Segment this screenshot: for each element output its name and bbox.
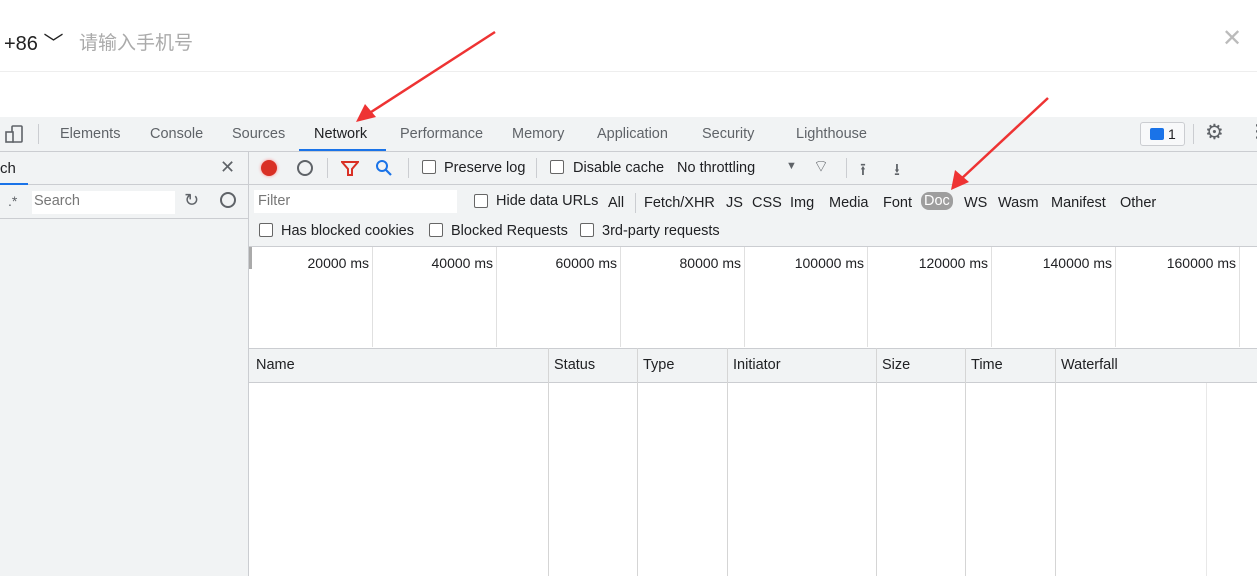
messages-button[interactable]: 1 — [1140, 122, 1185, 146]
tab-security[interactable]: Security — [702, 126, 754, 142]
timeline-tick: 20000 ms — [307, 255, 369, 271]
search-sidebar: ch ✕ .* Search ↻ — [0, 152, 249, 576]
settings-gear-icon[interactable]: ⚙ — [1205, 120, 1224, 145]
type-filter-font[interactable]: Font — [883, 195, 912, 211]
disable-cache-checkbox[interactable] — [550, 160, 564, 174]
tab-application[interactable]: Application — [597, 126, 668, 142]
type-filter-ws[interactable]: WS — [964, 195, 987, 211]
divider — [0, 71, 1257, 72]
tab-memory[interactable]: Memory — [512, 126, 564, 142]
blocked-cookies-label: Has blocked cookies — [281, 223, 414, 239]
tab-console[interactable]: Console — [150, 126, 203, 142]
type-filter-doc[interactable]: Doc — [921, 192, 953, 210]
throttling-select[interactable]: No throttling — [677, 160, 755, 176]
timeline-tick: 140000 ms — [1042, 255, 1112, 271]
message-icon — [1150, 128, 1164, 140]
hide-data-urls-label: Hide data URLs — [496, 193, 599, 209]
tab-sources[interactable]: Sources — [232, 126, 285, 142]
blocked-requests-checkbox[interactable] — [429, 223, 443, 237]
messages-count: 1 — [1168, 126, 1176, 142]
device-toggle-icon[interactable] — [4, 124, 24, 144]
filter-input[interactable]: Filter — [254, 190, 457, 213]
type-filter-all[interactable]: All — [608, 195, 624, 211]
preserve-log-label: Preserve log — [444, 160, 526, 176]
type-filter-other[interactable]: Other — [1120, 195, 1156, 211]
column-size[interactable]: Size — [882, 357, 910, 373]
chevron-down-icon[interactable]: ▼ — [786, 160, 797, 172]
third-party-label: 3rd-party requests — [602, 223, 720, 239]
close-search-icon[interactable]: ✕ — [220, 157, 235, 178]
blocked-requests-label: Blocked Requests — [451, 223, 568, 239]
clear-icon[interactable] — [297, 160, 313, 176]
column-initiator[interactable]: Initiator — [733, 357, 781, 373]
regex-toggle[interactable]: .* — [8, 193, 17, 209]
tab-elements[interactable]: Elements — [60, 126, 120, 142]
filter-icon[interactable] — [341, 160, 359, 177]
type-filter-img[interactable]: Img — [790, 195, 814, 211]
more-options-icon[interactable]: ⋮ — [1248, 121, 1257, 142]
column-status[interactable]: Status — [554, 357, 595, 373]
disable-cache-label: Disable cache — [573, 160, 665, 176]
login-page: +86 ﹀ 请输入手机号 ✕ — [0, 0, 1257, 117]
tab-network[interactable]: Network — [314, 126, 367, 142]
type-filter-wasm[interactable]: Wasm — [998, 195, 1039, 211]
blocked-cookies-checkbox[interactable] — [259, 223, 273, 237]
refresh-icon[interactable]: ↻ — [184, 190, 199, 211]
country-code: +86 — [4, 33, 38, 55]
search-panel-title[interactable]: ch — [0, 160, 16, 177]
type-filter-js[interactable]: JS — [726, 195, 743, 211]
hide-data-urls-checkbox[interactable] — [474, 194, 488, 208]
column-time[interactable]: Time — [971, 357, 1003, 373]
search-input[interactable]: Search — [32, 191, 175, 214]
type-filter-fetch-xhr[interactable]: Fetch/XHR — [644, 195, 715, 211]
preserve-log-checkbox[interactable] — [422, 160, 436, 174]
type-filter-manifest[interactable]: Manifest — [1051, 195, 1106, 211]
chevron-down-icon: ﹀ — [43, 33, 64, 55]
filter-bar: Filter Hide data URLs All Fetch/XHR JS C… — [249, 185, 1257, 247]
tab-performance[interactable]: Performance — [400, 126, 483, 142]
import-har-icon[interactable]: ⭱ — [860, 157, 866, 186]
clear-icon[interactable] — [220, 192, 236, 208]
record-icon[interactable] — [261, 160, 277, 176]
network-toolbar: Preserve log Disable cache No throttling… — [249, 152, 1257, 185]
column-type[interactable]: Type — [643, 357, 674, 373]
type-filter-media[interactable]: Media — [829, 195, 869, 211]
timeline-tick: 160000 ms — [1166, 255, 1236, 271]
tab-lighthouse[interactable]: Lighthouse — [796, 126, 867, 142]
close-icon[interactable]: ✕ — [1222, 24, 1242, 53]
overview-handle[interactable] — [249, 247, 252, 269]
timeline-tick: 60000 ms — [555, 255, 617, 271]
column-name[interactable]: Name — [256, 357, 295, 373]
export-har-icon[interactable]: ⭳ — [894, 157, 900, 186]
timeline-tick: 120000 ms — [918, 255, 988, 271]
column-waterfall[interactable]: Waterfall — [1061, 357, 1118, 373]
third-party-checkbox[interactable] — [580, 223, 594, 237]
timeline-tick: 40000 ms — [431, 255, 493, 271]
type-filter-css[interactable]: CSS — [752, 195, 782, 211]
phone-input[interactable]: 请输入手机号 — [79, 28, 193, 55]
country-code-selector[interactable]: +86 ﹀ — [4, 27, 64, 56]
timeline-tick: 80000 ms — [679, 255, 741, 271]
timeline-tick: 100000 ms — [794, 255, 864, 271]
network-conditions-icon[interactable]: ⌔ — [813, 156, 829, 177]
search-icon[interactable] — [375, 159, 393, 177]
devtools-tab-bar: Elements Console Sources Network Perform… — [0, 117, 1257, 152]
active-tab-indicator — [299, 149, 386, 151]
